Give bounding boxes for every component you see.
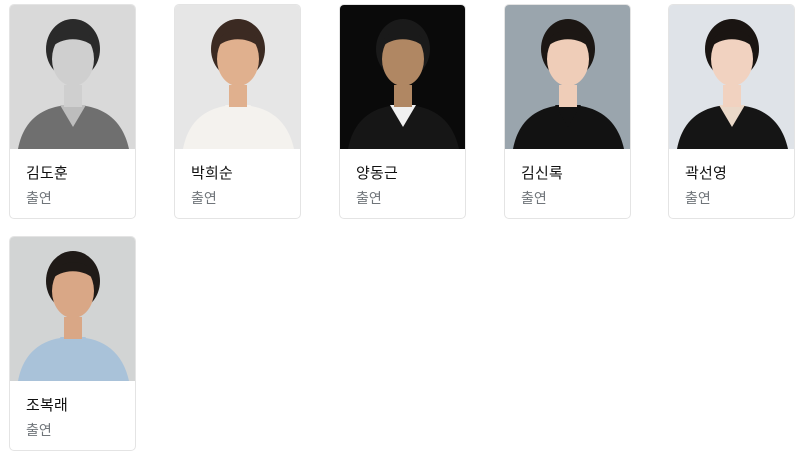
cast-photo xyxy=(669,5,794,149)
person-photo-icon xyxy=(175,5,300,149)
cast-role: 출연 xyxy=(191,191,217,207)
cast-photo xyxy=(10,237,135,381)
cast-role: 출연 xyxy=(356,191,382,207)
cast-role: 출연 xyxy=(26,191,52,207)
cast-role: 출연 xyxy=(521,191,547,207)
cast-name: 김도훈 xyxy=(26,164,69,182)
cast-photo xyxy=(10,5,135,149)
cast-card[interactable]: 박희순 출연 xyxy=(174,4,301,219)
cast-name: 박희순 xyxy=(191,164,234,182)
person-photo-icon xyxy=(340,5,465,149)
cast-photo xyxy=(505,5,630,149)
cast-card[interactable]: 김신록 출연 xyxy=(504,4,631,219)
cast-name: 조복래 xyxy=(26,396,69,414)
person-photo-icon xyxy=(669,5,794,149)
cast-photo xyxy=(340,5,465,149)
person-photo-icon xyxy=(10,237,135,381)
cast-card[interactable]: 김도훈 출연 xyxy=(9,4,136,219)
person-photo-icon xyxy=(505,5,630,149)
person-photo-icon xyxy=(10,5,135,149)
cast-card[interactable]: 양동근 출연 xyxy=(339,4,466,219)
cast-photo xyxy=(175,5,300,149)
cast-name: 양동근 xyxy=(356,164,399,182)
cast-card[interactable]: 조복래 출연 xyxy=(9,236,136,451)
cast-card[interactable]: 곽선영 출연 xyxy=(668,4,795,219)
cast-role: 출연 xyxy=(26,423,52,439)
cast-name: 김신록 xyxy=(521,164,564,182)
cast-name: 곽선영 xyxy=(685,164,728,182)
cast-role: 출연 xyxy=(685,191,711,207)
